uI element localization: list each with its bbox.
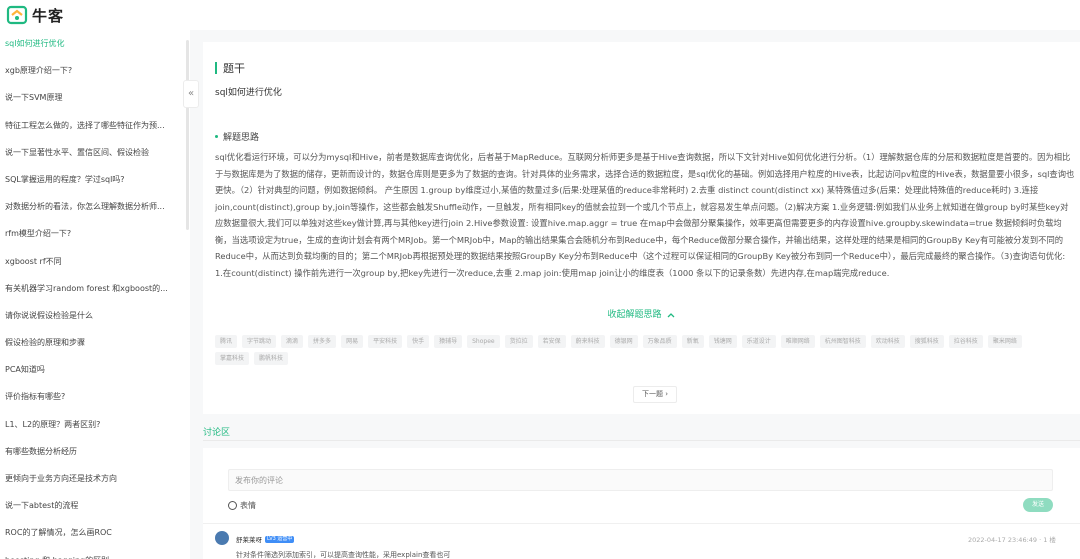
solution-text: sql优化看运行环境，可以分为mysql和Hive，前者是数据库查询优化，后者基… bbox=[215, 152, 1075, 278]
company-tag[interactable]: 拼多多 bbox=[308, 335, 337, 348]
sidebar-item[interactable]: boosting 和 bagging的区别 bbox=[0, 547, 180, 559]
level-badge: LV3 运营中 bbox=[265, 535, 295, 543]
company-tag[interactable]: 货拉拉 bbox=[504, 335, 533, 348]
sidebar-item[interactable]: PCA知道吗 bbox=[0, 356, 180, 383]
logo-text: 牛客 bbox=[32, 6, 65, 25]
question-sidebar: sql如何进行优化 xgb原理介绍一下? 说一下SVM原理 特征工程怎么做的，选择了哪… bbox=[0, 30, 190, 559]
top-header: 牛客 bbox=[0, 0, 1080, 30]
company-tag[interactable]: 若安保 bbox=[537, 335, 566, 348]
smiley-icon bbox=[228, 501, 237, 510]
collapse-sidebar-button[interactable]: « bbox=[183, 80, 199, 108]
sidebar-item[interactable]: SQL掌握运用的程度？学过sql吗? bbox=[0, 166, 180, 193]
comment-divider bbox=[203, 523, 1080, 524]
company-tag[interactable]: 新氧 bbox=[681, 335, 704, 348]
company-tag[interactable]: 聚米网络 bbox=[987, 335, 1022, 348]
emoji-label: 表情 bbox=[240, 501, 256, 510]
sidebar-item[interactable]: 对数据分析的看法，你怎么理解数据分析师... bbox=[0, 193, 180, 220]
section-title: 题干 bbox=[215, 60, 245, 76]
comment-time: 2022-04-17 23:46:49 · 1 楼 bbox=[968, 536, 1056, 544]
emoji-button[interactable]: 表情 bbox=[228, 500, 256, 511]
sidebar-item[interactable]: sql如何进行优化 bbox=[0, 30, 180, 57]
chevron-up-icon bbox=[667, 312, 675, 317]
comment-text: 针对条件筛选列添加索引，可以提高查询性能，采用explain查看也可 bbox=[236, 551, 451, 559]
bullet-dot-icon bbox=[215, 135, 218, 138]
sidebar-item[interactable]: xgboost rf不同 bbox=[0, 248, 180, 275]
discussion-tab[interactable]: 讨论区 bbox=[203, 425, 230, 438]
fold-solution-link[interactable]: 收起解题思路 bbox=[203, 307, 1080, 320]
fold-solution-label: 收起解题思路 bbox=[607, 310, 662, 320]
sidebar-item[interactable]: rfm模型介绍一下? bbox=[0, 220, 180, 247]
section-title-text: 题干 bbox=[223, 62, 245, 75]
logo[interactable]: 牛客 bbox=[6, 4, 64, 26]
company-tag[interactable]: 乐道设计 bbox=[741, 335, 776, 348]
sidebar-item[interactable]: 特征工程怎么做的，选择了哪些特征作为预... bbox=[0, 112, 180, 139]
next-question-button[interactable]: 下一题 › bbox=[633, 386, 677, 403]
company-tags: 腾讯 字节跳动 滴滴 拼多多 网易 平安科技 快手 猿辅导 Shopee 货拉拉 若安保 蔚来科技 德银… bbox=[215, 335, 1035, 365]
sidebar-item[interactable]: 评价指标有哪些? bbox=[0, 383, 180, 410]
company-tag[interactable]: 腾讯 bbox=[215, 335, 238, 348]
sidebar-item[interactable]: 说一下显著性水平、置信区间、假设检验 bbox=[0, 139, 180, 166]
sidebar-item[interactable]: ROC的了解情况，怎么画ROC bbox=[0, 519, 180, 546]
company-tag[interactable]: 搜狐科技 bbox=[909, 335, 944, 348]
discussion-card: 发布你的评论 表情 发送 舒莱莱呀 LV3 运营中 2022-04-17 23:… bbox=[203, 448, 1080, 559]
sidebar-item[interactable]: 请你说说假设检验是什么 bbox=[0, 302, 180, 329]
company-tag[interactable]: 德银网 bbox=[609, 335, 638, 348]
company-tag[interactable]: 鹏帆科技 bbox=[254, 352, 289, 365]
niuke-logo-icon bbox=[6, 5, 28, 25]
company-tag[interactable]: 平安科技 bbox=[368, 335, 403, 348]
sidebar-item[interactable]: 说一下SVM原理 bbox=[0, 84, 180, 111]
discussion-divider bbox=[203, 440, 1080, 441]
sidebar-item[interactable]: 更倾向于业务方向还是技术方向 bbox=[0, 465, 180, 492]
company-tag[interactable]: 快手 bbox=[407, 335, 430, 348]
company-tag[interactable]: 掌嘉科技 bbox=[215, 352, 250, 365]
company-tag[interactable]: 字节跳动 bbox=[242, 335, 277, 348]
company-tag[interactable]: 万象品质 bbox=[642, 335, 677, 348]
question-text: sql如何进行优化 bbox=[215, 88, 282, 98]
send-button[interactable]: 发送 bbox=[1023, 498, 1053, 512]
company-tag[interactable]: 欢动科技 bbox=[870, 335, 905, 348]
solution-heading: 解题思路 bbox=[215, 130, 259, 143]
comment-username[interactable]: 舒莱莱呀 bbox=[236, 534, 262, 544]
company-tag[interactable]: 网易 bbox=[341, 335, 364, 348]
sidebar-scrollbar[interactable] bbox=[186, 40, 189, 230]
company-tag[interactable]: 猿辅导 bbox=[434, 335, 463, 348]
solution-heading-text: 解题思路 bbox=[223, 133, 260, 143]
sidebar-item[interactable]: L1、L2的原理？两者区别? bbox=[0, 411, 180, 438]
company-tag[interactable]: 拉谷科技 bbox=[948, 335, 983, 348]
company-tag[interactable]: 唯顺网络 bbox=[780, 335, 815, 348]
avatar[interactable] bbox=[215, 531, 229, 545]
sidebar-item[interactable]: xgb原理介绍一下? bbox=[0, 57, 180, 84]
company-tag[interactable]: 滴滴 bbox=[281, 335, 304, 348]
comment-user: 舒莱莱呀 LV3 运营中 bbox=[236, 534, 295, 544]
sidebar-item[interactable]: 说一下abtest的流程 bbox=[0, 492, 180, 519]
sidebar-item[interactable]: 有哪些数据分析经历 bbox=[0, 438, 180, 465]
sidebar-item[interactable]: 有关机器学习random forest 和xgboost的... bbox=[0, 275, 180, 302]
company-tag[interactable]: 杭州图智科技 bbox=[819, 335, 866, 348]
question-card: 题干 sql如何进行优化 解题思路 sql优化看运行环境，可以分为mysql和H… bbox=[203, 42, 1080, 414]
company-tag[interactable]: 蔚来科技 bbox=[570, 335, 605, 348]
company-tag[interactable]: 钱塘网 bbox=[708, 335, 737, 348]
title-accent-bar bbox=[215, 62, 217, 74]
sidebar-item[interactable]: 假设检验的原理和步骤 bbox=[0, 329, 180, 356]
company-tag[interactable]: Shopee bbox=[467, 335, 500, 348]
comment-input[interactable]: 发布你的评论 bbox=[228, 469, 1053, 491]
